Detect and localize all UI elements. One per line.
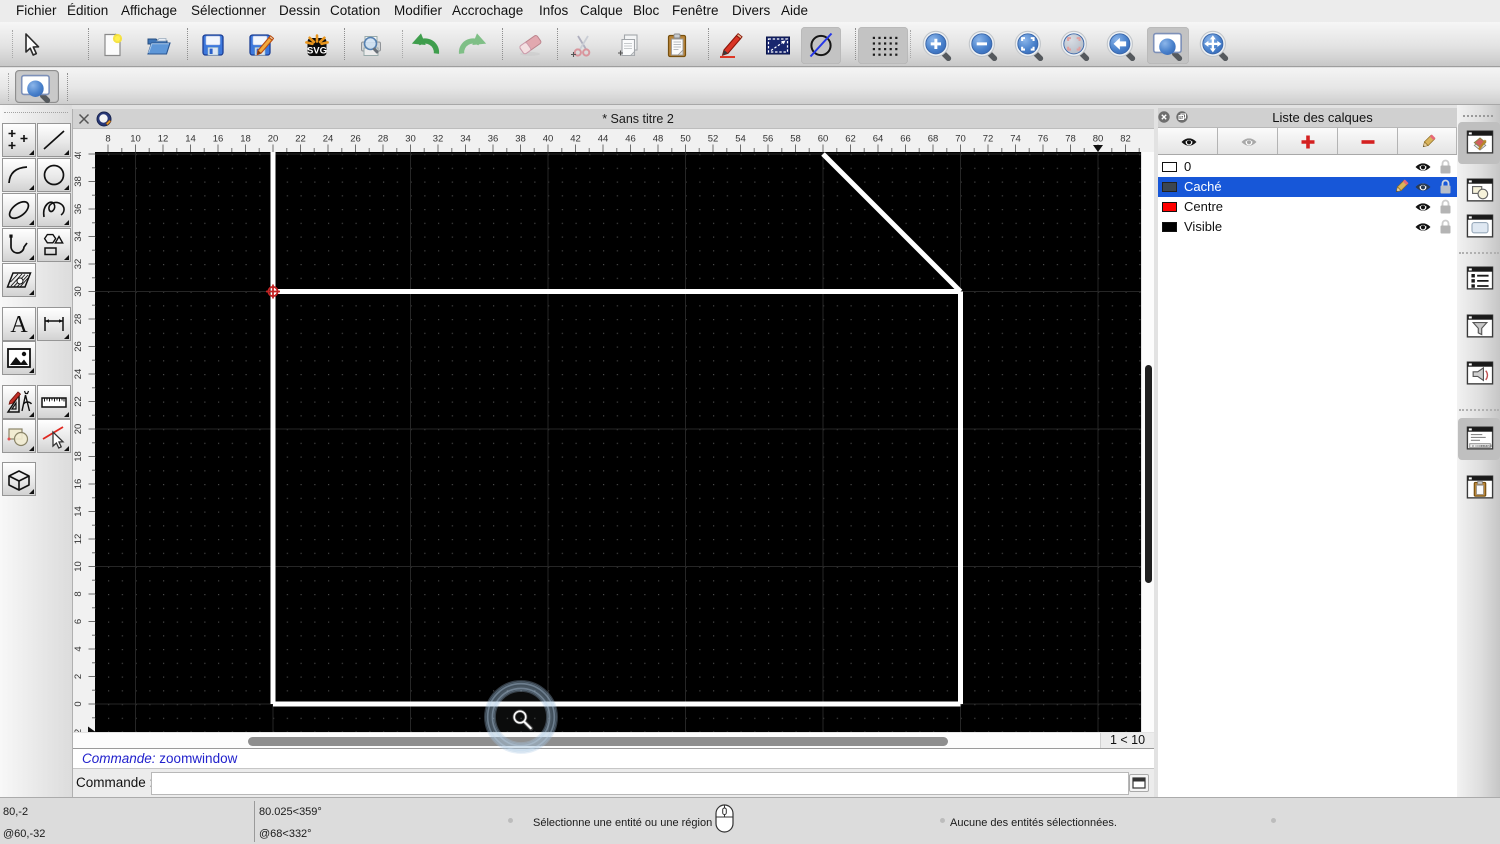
svg-text:72: 72 (983, 134, 994, 145)
svg-text:12: 12 (73, 534, 84, 545)
svg-text:SVG: SVG (307, 46, 327, 57)
svg-text:54: 54 (735, 134, 746, 145)
svg-text:64: 64 (873, 134, 884, 145)
svg-text:76: 76 (1038, 134, 1049, 145)
svg-text:80: 80 (1093, 134, 1104, 145)
svg-text:58: 58 (790, 134, 801, 145)
svg-text:28: 28 (73, 314, 84, 325)
svg-text:10: 10 (130, 134, 141, 145)
svg-text:34: 34 (460, 134, 471, 145)
svg-text:40: 40 (543, 134, 554, 145)
svg-text:8: 8 (105, 134, 110, 145)
svg-text:74: 74 (1010, 134, 1021, 145)
svg-text:8: 8 (73, 591, 84, 596)
svg-text:16: 16 (213, 134, 224, 145)
svg-text:46: 46 (625, 134, 636, 145)
svg-text:0: 0 (73, 701, 84, 706)
svg-text:48: 48 (653, 134, 664, 145)
svg-text:50: 50 (680, 134, 691, 145)
svg-text:14: 14 (73, 506, 84, 517)
svg-text:10: 10 (73, 561, 84, 572)
svg-text:32: 32 (73, 259, 84, 270)
svg-text:30: 30 (73, 286, 84, 297)
svg-text:12: 12 (158, 134, 169, 145)
svg-text:26: 26 (350, 134, 361, 145)
svg-text:36: 36 (73, 204, 84, 215)
svg-text:14: 14 (185, 134, 196, 145)
svg-text:62: 62 (845, 134, 856, 145)
svg-text:68: 68 (928, 134, 939, 145)
svg-text:78: 78 (1065, 134, 1076, 145)
svg-text:40: 40 (73, 152, 84, 159)
svg-text:22: 22 (73, 396, 84, 407)
svg-text:52: 52 (708, 134, 719, 145)
svg-text:20: 20 (73, 424, 84, 435)
svg-text:20: 20 (268, 134, 279, 145)
svg-text:44: 44 (598, 134, 609, 145)
svg-text:18: 18 (73, 451, 84, 462)
svg-text:A: A (10, 312, 28, 338)
svg-text:56: 56 (763, 134, 774, 145)
svg-text:34: 34 (73, 231, 84, 242)
svg-text:66: 66 (900, 134, 911, 145)
svg-text:26: 26 (73, 341, 84, 352)
svg-text:18: 18 (240, 134, 251, 145)
svg-text:28: 28 (378, 134, 389, 145)
svg-text:4: 4 (73, 646, 84, 651)
svg-text:22: 22 (295, 134, 306, 145)
svg-text:32: 32 (433, 134, 444, 145)
svg-text:2: 2 (73, 674, 84, 679)
svg-text:30: 30 (405, 134, 416, 145)
svg-text:24: 24 (73, 369, 84, 380)
svg-text:42: 42 (570, 134, 581, 145)
svg-text:24: 24 (323, 134, 334, 145)
svg-text:c:command: c:command (1472, 444, 1492, 449)
svg-text:60: 60 (818, 134, 829, 145)
svg-text:38: 38 (515, 134, 526, 145)
svg-text:16: 16 (73, 479, 84, 490)
svg-text:6: 6 (73, 619, 84, 624)
svg-text:38: 38 (73, 176, 84, 187)
svg-text:82: 82 (1120, 134, 1131, 145)
svg-text:70: 70 (955, 134, 966, 145)
svg-text:36: 36 (488, 134, 499, 145)
